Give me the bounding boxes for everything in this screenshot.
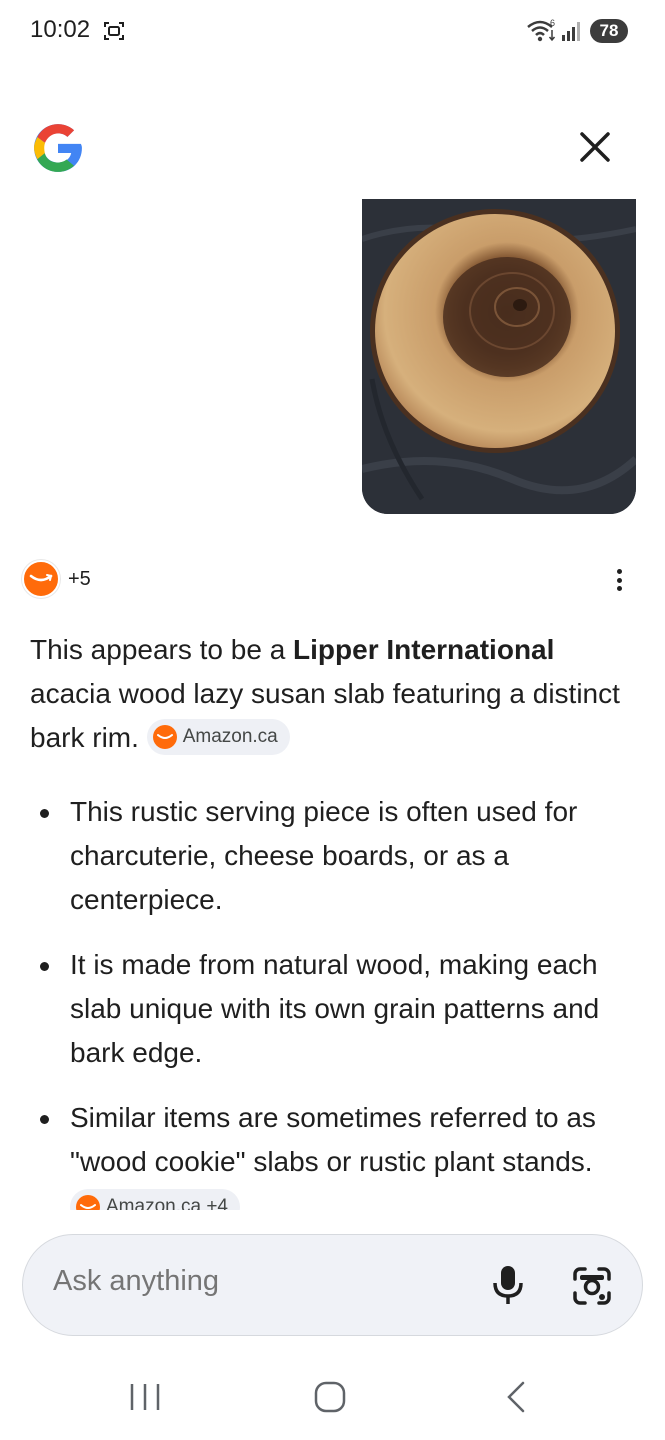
sources-row[interactable]: +5 bbox=[22, 560, 91, 598]
more-dot-icon bbox=[616, 577, 622, 583]
bullet-text: It is made from natural wood, making eac… bbox=[70, 949, 600, 1068]
close-icon bbox=[580, 132, 610, 162]
lens-icon[interactable] bbox=[571, 1265, 613, 1307]
bullet-text: This rustic serving piece is often used … bbox=[70, 796, 578, 915]
battery-icon: 78 bbox=[590, 19, 628, 43]
amazon-icon bbox=[76, 1194, 100, 1210]
answer-intro-before: This appears to be a bbox=[30, 634, 294, 665]
list-item: Similar items are sometimes referred to … bbox=[30, 1096, 650, 1210]
source-chip-label: Amazon.ca +4 bbox=[106, 1195, 228, 1210]
google-logo bbox=[34, 124, 82, 172]
answer-intro-after: acacia wood lazy susan slab featuring a … bbox=[30, 678, 620, 753]
sources-count: +5 bbox=[68, 567, 91, 590]
home-icon[interactable] bbox=[313, 1380, 347, 1414]
navigation-bar bbox=[0, 1360, 665, 1440]
signal-icon bbox=[562, 22, 580, 41]
recents-icon[interactable] bbox=[128, 1382, 162, 1412]
list-item: This rustic serving piece is often used … bbox=[30, 790, 650, 922]
answer-product-name: Lipper International bbox=[293, 634, 555, 665]
amazon-icon bbox=[152, 724, 177, 749]
answer-paragraph: This appears to be a Lipper Internationa… bbox=[30, 628, 640, 760]
wifi-icon: 6 bbox=[527, 18, 556, 42]
query-image[interactable] bbox=[362, 199, 636, 514]
source-chip[interactable]: Amazon.ca +4 bbox=[70, 1188, 240, 1210]
bullet-text: Similar items are sometimes referred to … bbox=[70, 1102, 596, 1177]
answer-bullets: This rustic serving piece is often used … bbox=[30, 790, 650, 1210]
ask-input[interactable] bbox=[53, 1265, 433, 1298]
source-chip-label: Amazon.ca bbox=[182, 725, 278, 747]
amazon-icon bbox=[22, 560, 60, 598]
more-dot-icon bbox=[616, 569, 622, 574]
status-time: 10:02 bbox=[30, 16, 91, 43]
source-chip[interactable]: Amazon.ca bbox=[146, 718, 290, 755]
ask-bar bbox=[22, 1234, 643, 1336]
close-button[interactable] bbox=[572, 124, 618, 170]
wifi-badge: 6 bbox=[550, 18, 555, 28]
list-item: It is made from natural wood, making eac… bbox=[30, 943, 650, 1075]
wood-slab-photo bbox=[362, 199, 636, 514]
back-icon[interactable] bbox=[503, 1380, 529, 1414]
status-bar: 10:02 6 78 bbox=[0, 0, 665, 62]
battery-level: 78 bbox=[599, 21, 619, 40]
mic-icon[interactable] bbox=[488, 1263, 528, 1307]
more-dot-icon bbox=[616, 586, 622, 591]
more-options-button[interactable] bbox=[606, 566, 632, 594]
screenshot-icon bbox=[104, 22, 124, 40]
